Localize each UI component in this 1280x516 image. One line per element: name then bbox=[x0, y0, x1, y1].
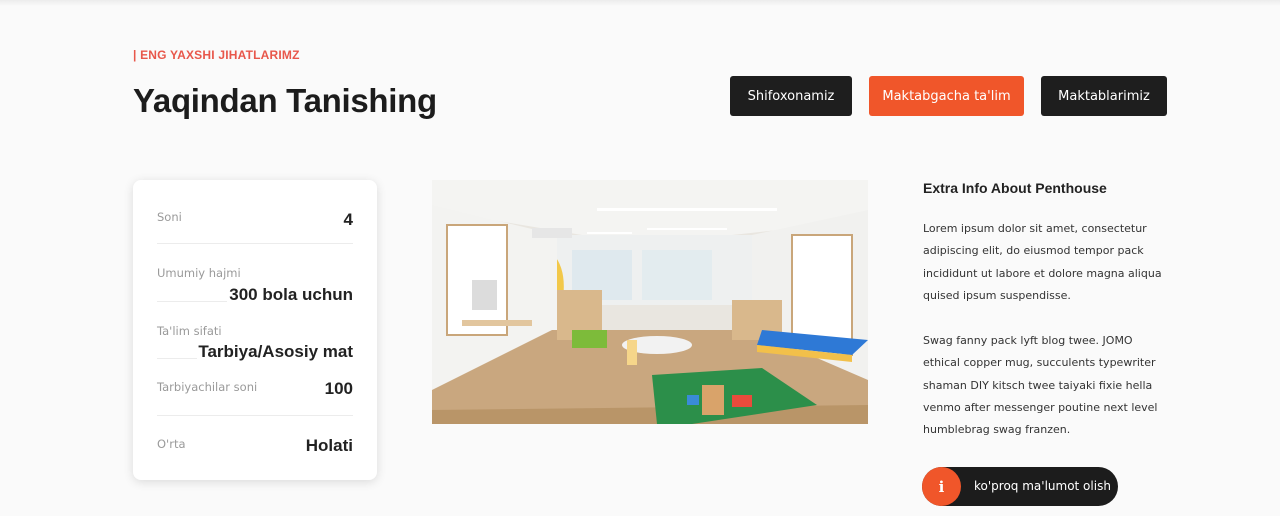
stat-label: Ta'lim sifati bbox=[157, 324, 222, 338]
stat-label: Soni bbox=[157, 210, 182, 224]
stat-label: O'rta bbox=[157, 437, 186, 451]
header-shadow bbox=[0, 0, 1280, 6]
tab-maktabgacha-talim[interactable]: Maktabgacha ta'lim bbox=[869, 76, 1024, 116]
tab-maktablarimiz[interactable]: Maktablarimiz bbox=[1041, 76, 1167, 116]
extra-info-title: Extra Info About Penthouse bbox=[923, 180, 1107, 196]
stat-label: Umumiy hajmi bbox=[157, 266, 241, 280]
stat-divider bbox=[157, 358, 197, 359]
more-info-button[interactable]: i ko'proq ma'lumot olish bbox=[922, 467, 1118, 506]
stat-value: 4 bbox=[343, 210, 353, 229]
extra-paragraph-2: Swag fanny pack lyft blog twee. JOMO eth… bbox=[923, 334, 1158, 437]
info-icon: i bbox=[922, 467, 961, 506]
classroom-illustration bbox=[432, 180, 868, 424]
stat-divider bbox=[157, 415, 353, 416]
stats-card: Soni 4 Umumiy hajmi 300 bola uchun Ta'li… bbox=[133, 180, 377, 480]
stat-value: 300 bola uchun bbox=[229, 285, 353, 304]
section-title: Yaqindan Tanishing bbox=[133, 82, 437, 119]
classroom-photo bbox=[432, 180, 868, 424]
more-info-label: ko'proq ma'lumot olish bbox=[974, 479, 1111, 493]
extra-paragraph-1: Lorem ipsum dolor sit amet, consectetur … bbox=[923, 222, 1162, 302]
stat-divider bbox=[157, 301, 227, 302]
stat-value: Holati bbox=[305, 436, 353, 455]
stat-value: Tarbiya/Asosiy mat bbox=[198, 342, 353, 361]
tab-shifoxonamiz[interactable]: Shifoxonamiz bbox=[730, 76, 852, 116]
stat-divider bbox=[157, 243, 353, 244]
stat-value: 100 bbox=[324, 379, 353, 398]
stat-label: Tarbiyachilar soni bbox=[157, 380, 258, 394]
section-eyebrow: | ENG YAXSHI JIHATLARIMZ bbox=[133, 48, 300, 62]
